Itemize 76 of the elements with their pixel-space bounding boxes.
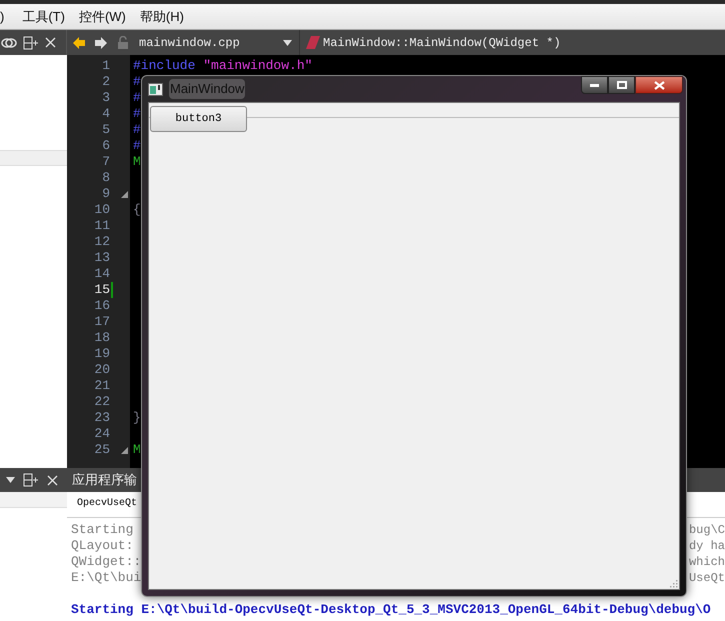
code-line: #: [133, 106, 141, 121]
line-number: 1: [101, 58, 110, 74]
panel-header-bar: [0, 150, 67, 166]
code-line: M: [133, 154, 141, 169]
line-number: 6: [101, 138, 110, 154]
code-line: #include "mainwindow.h": [133, 58, 312, 73]
split-icon[interactable]: [23, 473, 39, 487]
line-number: 17: [93, 314, 110, 330]
resize-grip-icon[interactable]: [668, 578, 678, 588]
dropdown-arrow-icon[interactable]: [283, 40, 292, 46]
function-icon: [306, 36, 320, 49]
output-line: UseQt: [688, 570, 725, 586]
dropdown-arrow-icon[interactable]: [6, 477, 15, 483]
line-number: 15: [93, 282, 110, 298]
line-number: 13: [93, 250, 110, 266]
output-line: E:\Qt\bui: [71, 570, 142, 586]
output-line: bug\C: [688, 522, 725, 538]
output-line: Starting E:\Qt\build-OpecvUseQt-Desktop_Qt_5_3_MSVC2013_OpenGL_64bit-Debug\debug\O: [71, 602, 711, 618]
window-title: MainWindow: [169, 79, 246, 99]
code-line: #: [133, 74, 141, 89]
line-number: 7: [101, 154, 110, 170]
close-button[interactable]: [635, 76, 683, 94]
line-number: 9: [101, 186, 110, 202]
line-number: 21: [93, 378, 110, 394]
menu-item[interactable]: 工具(T): [15, 6, 72, 26]
menu-item[interactable]: ): [0, 6, 4, 26]
line-number: 14: [93, 266, 110, 282]
output-tab[interactable]: OpecvUseQt: [77, 496, 138, 511]
pane-title: 应用程序输: [72, 471, 137, 490]
menu-item[interactable]: 帮助(H): [132, 6, 191, 26]
line-number: 24: [93, 426, 110, 442]
code-line: M: [133, 442, 141, 457]
code-line: }: [133, 410, 141, 425]
line-number: 11: [93, 218, 110, 234]
split-icon[interactable]: [23, 36, 39, 50]
line-number: 20: [93, 362, 110, 378]
code-line: #: [133, 138, 141, 153]
fold-marker-icon[interactable]: [120, 190, 128, 198]
line-number: 10: [93, 202, 110, 218]
output-line: QWidget::: [71, 554, 142, 570]
lock-icon: [117, 36, 129, 49]
output-line: Starting: [71, 522, 134, 538]
output-line: which: [688, 554, 725, 570]
line-number: 4: [101, 106, 110, 122]
forward-arrow-icon[interactable]: [95, 36, 107, 48]
line-number: 18: [93, 330, 110, 346]
line-number: 12: [93, 234, 110, 250]
close-icon[interactable]: [45, 37, 56, 48]
minimize-button[interactable]: [581, 76, 608, 94]
line-number: 19: [93, 346, 110, 362]
line-number: 22: [93, 394, 110, 410]
line-number: 5: [101, 122, 110, 138]
panel-header-bar: [0, 492, 67, 508]
code-line: #: [133, 122, 141, 137]
close-icon[interactable]: [47, 474, 58, 486]
menu-item[interactable]: 控件(W): [72, 6, 133, 26]
window-icon: [148, 82, 163, 96]
push-button[interactable]: button3: [150, 106, 247, 132]
current-line-marker: [111, 282, 113, 298]
output-line: QLayout:: [71, 538, 134, 554]
maximize-button[interactable]: [608, 76, 635, 94]
link-icon[interactable]: [1, 36, 17, 48]
line-number: 2: [101, 74, 110, 90]
file-name[interactable]: mainwindow.cpp: [139, 34, 283, 52]
fold-marker-icon[interactable]: [120, 446, 128, 454]
line-number: 3: [101, 90, 110, 106]
code-line: #: [133, 90, 141, 105]
line-number: 25: [93, 442, 110, 458]
line-number: 8: [101, 170, 110, 186]
line-number: 16: [93, 298, 110, 314]
symbol-selector[interactable]: MainWindow::MainWindow(QWidget *): [323, 34, 561, 52]
back-arrow-icon[interactable]: [73, 36, 85, 48]
line-number: 23: [93, 410, 110, 426]
code-line: {: [133, 202, 141, 217]
close-icon: [654, 80, 664, 90]
output-line: dy ha: [688, 538, 725, 554]
